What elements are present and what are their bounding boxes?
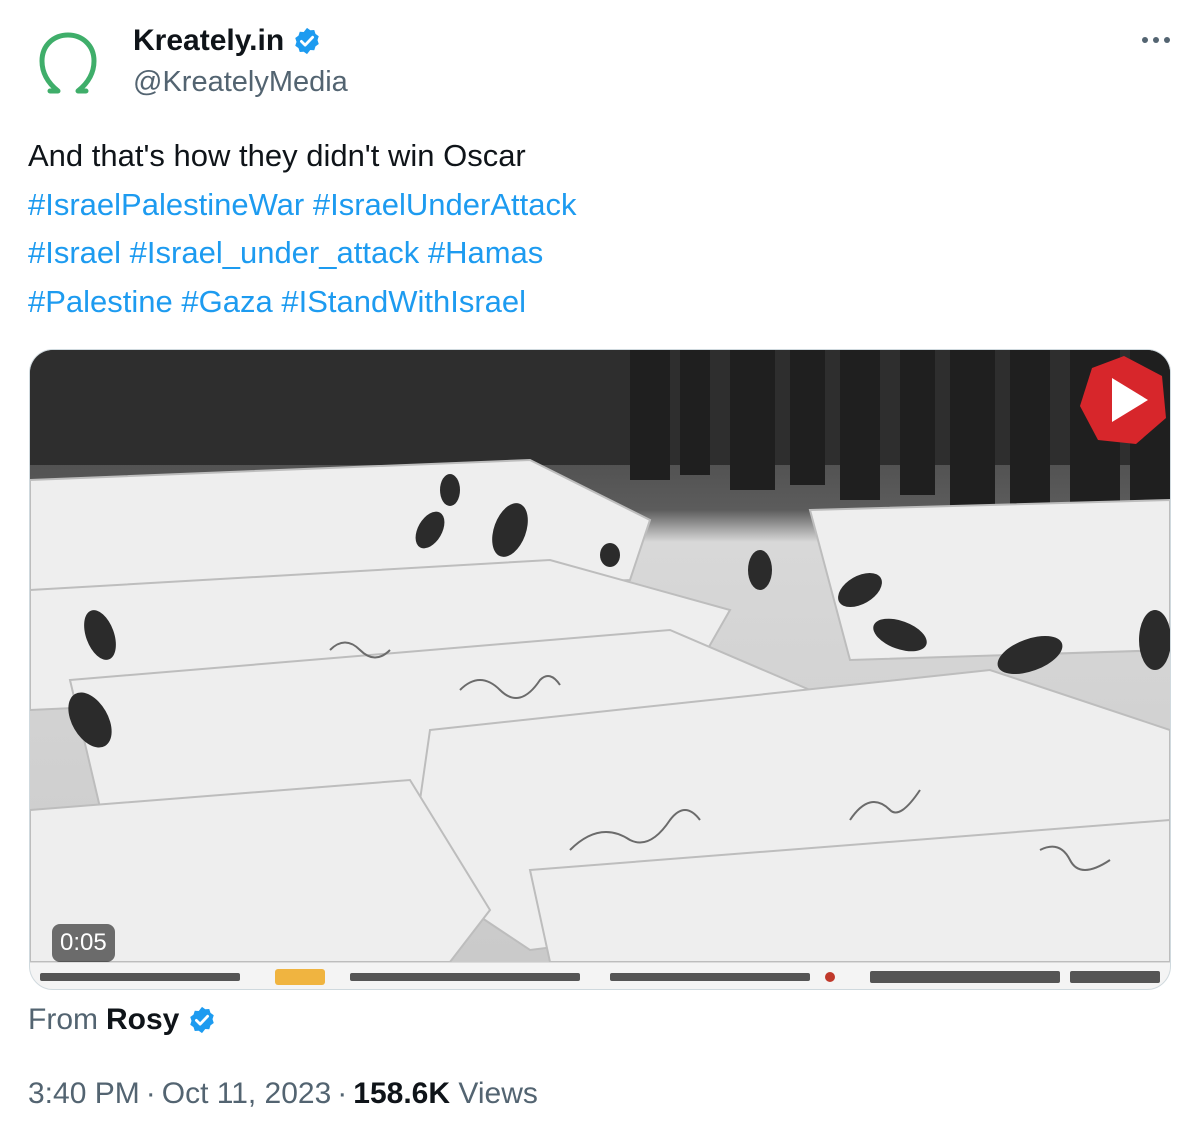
hashtag-link[interactable]: #Hamas xyxy=(428,235,543,270)
tweet-time[interactable]: 3:40 PM xyxy=(28,1077,140,1110)
video-source-row: From Rosy xyxy=(28,1000,217,1040)
views-count[interactable]: 158.6K xyxy=(353,1077,450,1110)
source-user-link[interactable]: Rosy xyxy=(106,1000,179,1040)
hashtag-link[interactable]: #IsraelPalestineWar xyxy=(28,187,304,222)
from-label: From xyxy=(28,1003,98,1036)
verified-badge-icon xyxy=(187,1005,217,1035)
author-name-row[interactable]: Kreately.in xyxy=(133,22,322,60)
hashtag-line: #Israel #Israel_under_attack #Hamas xyxy=(28,229,728,278)
more-dots-icon xyxy=(1142,37,1170,43)
tweet-text: And that's how they didn't win Oscar #Is… xyxy=(28,132,728,326)
author-avatar[interactable] xyxy=(28,22,108,102)
video-thumbnail xyxy=(30,350,1170,989)
hashtag-link[interactable]: #Gaza xyxy=(181,284,272,319)
more-options-button[interactable] xyxy=(1138,22,1174,58)
hashtag-line: #IsraelPalestineWar #IsraelUnderAttack xyxy=(28,181,728,230)
hashtag-link[interactable]: #Israel xyxy=(28,235,121,270)
hashtag-link[interactable]: #IStandWithIsrael xyxy=(281,284,526,319)
tweet-text-line: And that's how they didn't win Oscar xyxy=(28,138,526,173)
author-handle[interactable]: @KreatelyMedia xyxy=(133,64,348,100)
meta-separator: · xyxy=(145,1077,156,1110)
views-label: Views xyxy=(458,1077,538,1110)
channel-play-badge-icon xyxy=(1080,356,1166,444)
verified-badge-icon xyxy=(292,26,322,56)
hashtag-link[interactable]: #IsraelUnderAttack xyxy=(313,187,577,222)
video-duration-badge: 0:05 xyxy=(52,924,115,962)
omega-logo-icon xyxy=(39,32,97,94)
news-ticker xyxy=(30,962,1170,989)
tweet-date[interactable]: Oct 11, 2023 xyxy=(162,1077,332,1110)
hashtag-link[interactable]: #Israel_under_attack xyxy=(130,235,420,270)
tweet-meta: 3:40 PM · Oct 11, 2023 · 158.6K Views xyxy=(28,1074,538,1114)
tweet-card: Kreately.in @KreatelyMedia And that's ho… xyxy=(0,0,1200,1140)
hashtag-line: #Palestine #Gaza #IStandWithIsrael xyxy=(28,278,728,327)
meta-separator: · xyxy=(337,1077,348,1110)
author-display-name[interactable]: Kreately.in xyxy=(133,22,284,60)
video-player[interactable]: 0:05 xyxy=(29,349,1171,990)
hashtag-link[interactable]: #Palestine xyxy=(28,284,173,319)
